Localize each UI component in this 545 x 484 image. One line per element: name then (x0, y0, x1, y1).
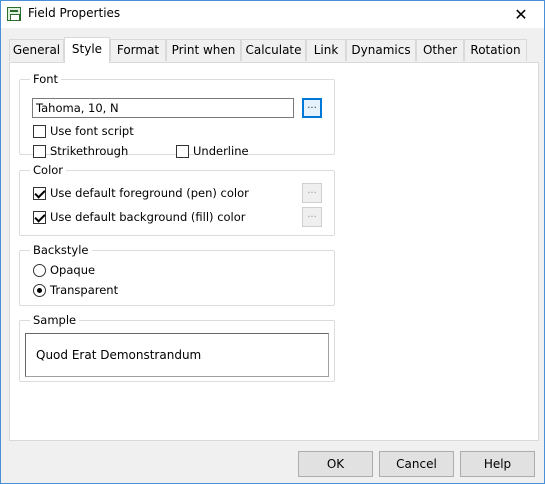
font-group-label: Font (30, 72, 62, 86)
dialog-window: Field Properties ✕ General Style Format … (0, 0, 545, 484)
underline-label: Underline (193, 144, 249, 158)
color-group: Color Use default foreground (pen) color… (19, 163, 335, 236)
tab-strip: General Style Format Print when Calculat… (9, 37, 539, 63)
sample-group: Sample Quod Erat Demonstrandum (19, 313, 335, 382)
default-foreground-checkbox[interactable]: Use default foreground (pen) color (33, 186, 249, 200)
transparent-radio[interactable]: Transparent (33, 283, 118, 297)
cancel-button[interactable]: Cancel (379, 451, 454, 477)
opaque-label: Opaque (50, 263, 96, 277)
font-group: Font ... Use font script Strikethrough U… (19, 72, 335, 158)
use-font-script-label: Use font script (50, 124, 134, 138)
tab-print-when[interactable]: Print when (166, 39, 241, 61)
underline-box[interactable] (176, 144, 189, 158)
window-title: Field Properties (28, 6, 121, 20)
tab-format[interactable]: Format (110, 39, 166, 61)
help-button[interactable]: Help (460, 451, 535, 477)
close-icon[interactable]: ✕ (498, 1, 544, 28)
default-background-box[interactable] (33, 210, 46, 224)
backstyle-group: Backstyle Opaque Transparent (19, 243, 335, 306)
underline-checkbox[interactable]: Underline (176, 144, 249, 158)
sample-preview: Quod Erat Demonstrandum (25, 333, 329, 377)
tab-general[interactable]: General (9, 39, 64, 61)
ok-button[interactable]: OK (298, 451, 373, 477)
tab-style[interactable]: Style (64, 37, 110, 63)
font-browse-button[interactable]: ... (302, 98, 322, 118)
tab-other[interactable]: Other (416, 39, 464, 61)
tab-calculate[interactable]: Calculate (241, 39, 306, 61)
transparent-radio-circle[interactable] (33, 283, 46, 297)
background-color-button[interactable]: ... (302, 207, 322, 227)
style-tab-panel: Font ... Use font script Strikethrough U… (9, 62, 539, 441)
tab-link[interactable]: Link (306, 39, 346, 61)
backstyle-group-label: Backstyle (30, 243, 92, 257)
default-foreground-label: Use default foreground (pen) color (50, 186, 249, 200)
use-font-script-checkbox[interactable]: Use font script (33, 124, 134, 138)
default-foreground-box[interactable] (33, 186, 46, 200)
default-background-checkbox[interactable]: Use default background (fill) color (33, 210, 246, 224)
strikethrough-checkbox[interactable]: Strikethrough (33, 144, 128, 158)
default-background-label: Use default background (fill) color (50, 210, 246, 224)
use-font-script-box[interactable] (33, 124, 46, 138)
tab-rotation[interactable]: Rotation (464, 39, 527, 61)
font-field[interactable] (32, 98, 294, 118)
color-group-label: Color (30, 163, 67, 177)
opaque-radio[interactable]: Opaque (33, 263, 95, 277)
sample-group-label: Sample (30, 313, 80, 327)
opaque-radio-circle[interactable] (33, 263, 46, 277)
form-icon (7, 7, 21, 21)
strikethrough-label: Strikethrough (50, 144, 129, 158)
tab-dynamics[interactable]: Dynamics (346, 39, 416, 61)
strikethrough-box[interactable] (33, 144, 46, 158)
transparent-label: Transparent (50, 283, 119, 297)
foreground-color-button[interactable]: ... (302, 183, 322, 203)
title-bar[interactable]: Field Properties ✕ (1, 1, 544, 28)
